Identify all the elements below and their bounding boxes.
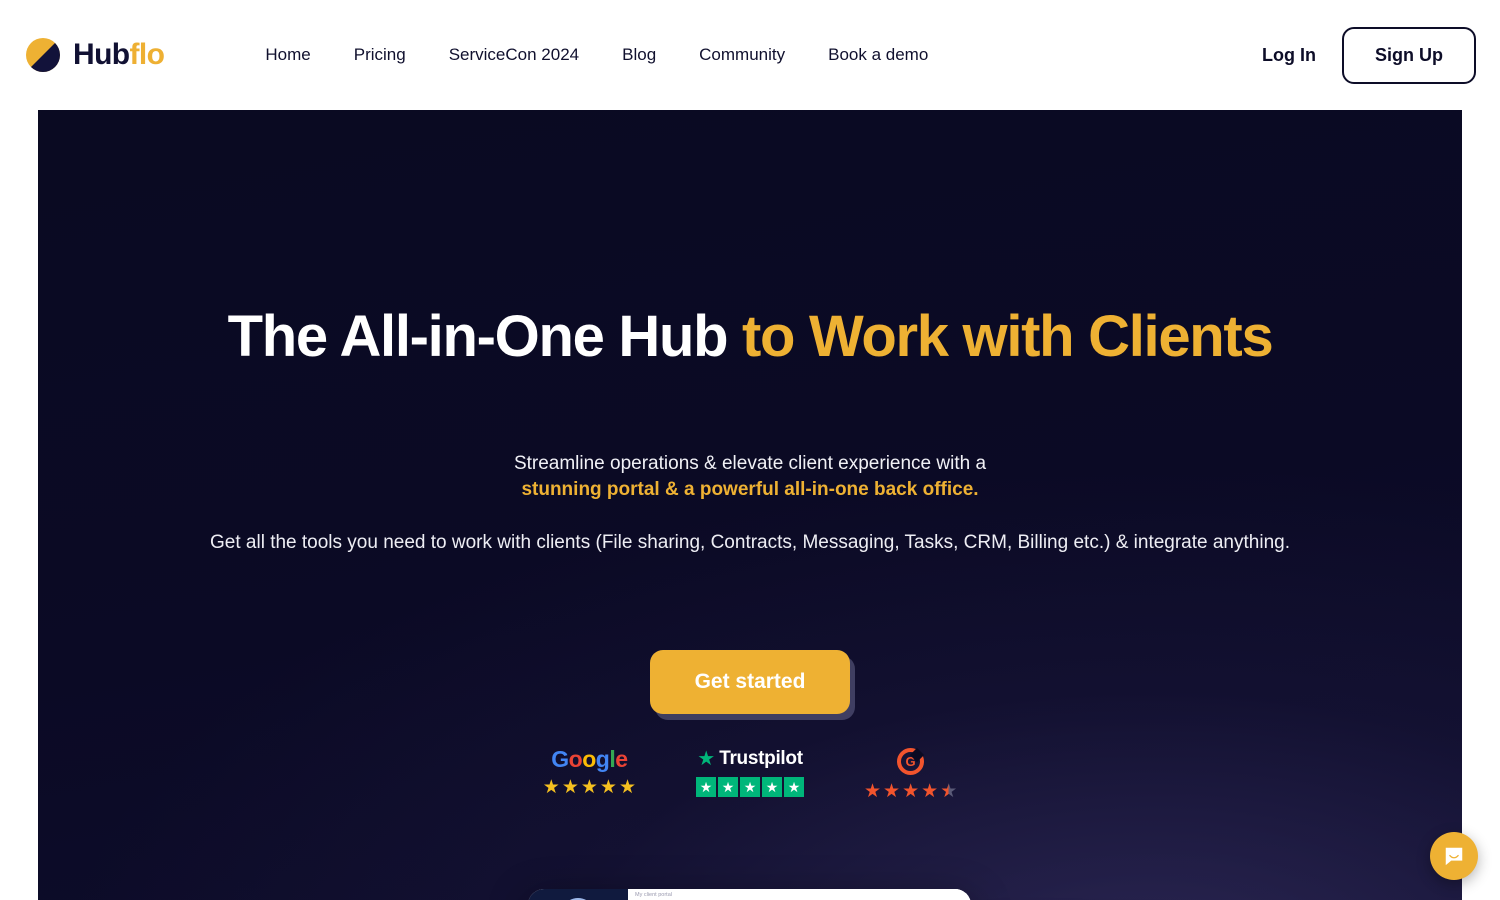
brand-name-accent: flo bbox=[129, 38, 165, 71]
signup-button[interactable]: Sign Up bbox=[1342, 26, 1476, 84]
brand-name-primary: Hub bbox=[73, 38, 130, 71]
google-logo-letter: o bbox=[568, 746, 583, 772]
nav-item-servicecon[interactable]: ServiceCon 2024 bbox=[449, 45, 579, 65]
headline-accent: to Work with Clients bbox=[742, 304, 1274, 369]
login-link[interactable]: Log In bbox=[1262, 45, 1316, 66]
nav-item-community[interactable]: Community bbox=[699, 45, 785, 65]
nav-item-pricing[interactable]: Pricing bbox=[354, 45, 406, 65]
nav-item-blog[interactable]: Blog bbox=[622, 45, 656, 65]
hero-section: The All-in-One Hub to Work with Clients … bbox=[38, 110, 1462, 900]
cta-container: Get started bbox=[38, 650, 1462, 714]
g2-star-rating: ★ ★ ★ ★ ★ bbox=[864, 781, 958, 802]
hero-subtitle-line2: stunning portal & a powerful all-in-one … bbox=[521, 478, 979, 500]
google-logo-letter: e bbox=[615, 746, 628, 772]
nav-item-home[interactable]: Home bbox=[265, 45, 310, 65]
nav-item-book-a-demo[interactable]: Book a demo bbox=[828, 45, 928, 65]
review-badge-g2[interactable]: G ★ ★ ★ ★ ★ bbox=[864, 748, 957, 801]
get-started-button[interactable]: Get started bbox=[649, 650, 851, 714]
review-badge-google[interactable]: Google ★ ★ ★ ★ ★ bbox=[542, 746, 636, 798]
product-mockups: ▲ Client portal Your business ⌂ Home My … bbox=[38, 845, 1462, 900]
site-header: Hubflo Home Pricing ServiceCon 2024 Blog… bbox=[0, 0, 1500, 110]
review-badge-trustpilot[interactable]: ★ Trustpilot ★ ★ ★ ★ ★ bbox=[696, 748, 804, 797]
google-logo-letter: g bbox=[595, 746, 610, 772]
review-badges: Google ★ ★ ★ ★ ★ ★ Trustpilot ★ ★ ★ ★ ★ G ★ ★ ★ ★ ★ bbox=[38, 746, 1462, 802]
mockup-center-topbar: My client portal bbox=[628, 889, 971, 900]
trustpilot-star-icon: ★ bbox=[697, 748, 716, 770]
hero-subtitle: Streamline operations & elevate client e… bbox=[38, 451, 1462, 503]
chat-widget-button[interactable] bbox=[1430, 832, 1478, 880]
page-title: The All-in-One Hub to Work with Clients bbox=[38, 304, 1462, 369]
trustpilot-logo: ★ Trustpilot bbox=[697, 748, 803, 770]
mockup-center-main: My client portal LOGO Client name × Your… bbox=[628, 889, 971, 900]
g2-logo: G bbox=[897, 748, 925, 775]
mockup-center-sidebar: ▣ Client portal Your business ⌂ Home ✉ M… bbox=[528, 889, 628, 900]
google-logo: Google bbox=[551, 746, 628, 772]
brand-name: Hubflo bbox=[73, 38, 165, 72]
trustpilot-star-rating: ★ ★ ★ ★ ★ bbox=[696, 777, 804, 797]
header-actions: Log In Sign Up bbox=[1262, 26, 1476, 84]
primary-navigation: Home Pricing ServiceCon 2024 Blog Commun… bbox=[265, 45, 928, 65]
brand-logo[interactable]: Hubflo bbox=[24, 36, 165, 74]
trustpilot-name: Trustpilot bbox=[719, 748, 803, 769]
google-logo-letter: o bbox=[582, 746, 596, 772]
headline-primary: The All-in-One Hub bbox=[227, 304, 743, 369]
chat-bubble-icon bbox=[1445, 847, 1463, 866]
google-logo-letter: G bbox=[551, 746, 569, 772]
hero-subtitle-line1: Streamline operations & elevate client e… bbox=[513, 453, 987, 474]
hubflo-circle-logo bbox=[24, 36, 62, 74]
mockup-center-client-portal: ▣ Client portal Your business ⌂ Home ✉ M… bbox=[528, 889, 971, 900]
google-star-rating: ★ ★ ★ ★ ★ bbox=[542, 777, 636, 798]
hero-description: Get all the tools you need to work with … bbox=[210, 532, 1290, 553]
